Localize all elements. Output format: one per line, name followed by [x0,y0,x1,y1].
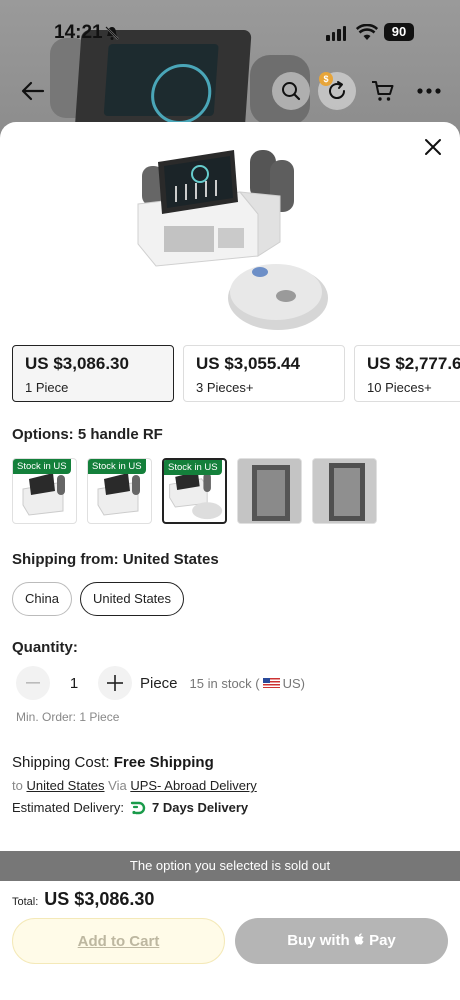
price-tier-2[interactable]: US $3,055.44 3 Pieces+ [183,345,345,402]
increase-quantity-button[interactable] [98,666,132,700]
options-value: 5 handle RF [77,426,163,443]
quantity-value[interactable]: 1 [50,675,98,692]
shipping-from-label: Shipping from: [12,551,119,568]
close-icon [425,139,441,155]
sold-out-notice: The option you selected is sold out [0,851,460,881]
shipping-carrier-link[interactable]: UPS- Abroad Delivery [130,778,256,793]
coin-badge: $ [319,72,333,86]
add-to-cart-button[interactable]: Add to Cart [12,918,225,964]
decrease-quantity-button[interactable] [16,666,50,700]
us-flag-icon [262,678,280,688]
quantity-heading: Quantity: [12,639,78,656]
ship-from-china-chip[interactable]: China [12,582,72,616]
price-tier-quantity: 1 Piece [25,380,69,395]
shipping-via-label: Via [108,778,127,793]
price-tier-price: US $2,777.67 [367,354,460,373]
minus-icon [26,682,40,684]
apple-pay-button[interactable]: Buy with Pay [235,918,448,964]
shipping-cost-label: Shipping Cost: [12,754,110,771]
price-tier-1[interactable]: US $3,086.30 1 Piece [12,345,174,402]
wifi-icon [355,23,379,46]
stock-info: 15 in stock ( US) [190,676,305,691]
cellular-signal-icon [326,26,346,41]
total-label: Total: [12,896,39,908]
quantity-label: Quantity: [12,639,78,656]
more-options-button[interactable] [410,72,448,110]
estimated-delivery-value: 7 Days Delivery [151,800,249,815]
stock-in-us-tag: Stock in US [88,459,146,474]
delivery-truck-icon [130,801,146,814]
variant-option-5[interactable] [312,458,377,524]
quantity-stepper: 1 [16,666,132,700]
more-dots-icon [417,88,441,94]
buy-with-label: Buy with [287,932,350,949]
variant-option-4[interactable] [237,458,302,524]
shipping-from-heading: Shipping from: United States [12,551,219,568]
price-tier-quantity: 10 Pieces+ [367,380,432,395]
price-tier-price: US $3,055.44 [196,354,300,373]
stock-in-us-tag: Stock in US [164,460,222,475]
options-heading: Options: 5 handle RF [12,426,163,443]
quantity-unit: Piece [140,674,178,692]
price-tier-quantity: 3 Pieces+ [196,380,254,395]
battery-indicator: 90 [384,23,414,41]
variant-option-3[interactable]: Stock in US [162,458,227,524]
plus-icon [107,675,123,691]
shipping-from-options: China United States [12,582,185,616]
arrow-left-icon [21,81,45,101]
option-variant-list: Stock in US Stock in US Stock in US [12,458,377,524]
shipping-route: to United States Via UPS- Abroad Deliver… [12,778,257,793]
shipping-cost: Shipping Cost: Free Shipping [12,754,214,771]
total-value: US $3,086.30 [44,889,155,909]
back-button[interactable] [14,72,52,110]
close-button[interactable] [420,134,446,160]
stock-in-us-tag: Stock in US [13,459,71,474]
stock-count: 15 in stock ( [189,675,260,691]
price-tier-list: US $3,086.30 1 Piece US $3,055.44 3 Piec… [12,345,460,402]
estimated-delivery-label: Estimated Delivery: [12,800,124,815]
ship-from-us-chip[interactable]: United States [79,582,185,616]
search-button[interactable] [272,72,310,110]
options-label: Options: [12,426,74,443]
quantity-row: 1 Piece 15 in stock ( US) [16,666,305,700]
product-image [137,150,328,330]
action-buttons: Add to Cart Buy with Pay [12,918,448,964]
status-bar: 14:21 90 [0,0,460,64]
cart-button[interactable] [364,72,402,110]
apple-logo-icon [354,933,364,945]
pay-label: Pay [369,932,396,949]
variant-option-2[interactable]: Stock in US [87,458,152,524]
price-tier-price: US $3,086.30 [25,354,129,373]
shipping-destination-link[interactable]: United States [26,778,104,793]
variant-option-1[interactable]: Stock in US [12,458,77,524]
stock-country: US) [282,675,306,691]
status-time: 14:21 [54,22,103,43]
cart-icon [372,81,394,101]
sku-selection-sheet: US $3,086.30 1 Piece US $3,055.44 3 Piec… [0,122,460,1000]
estimated-delivery: Estimated Delivery: 7 Days Delivery [12,800,248,815]
variant-thumbnail [313,459,376,523]
min-order-text: Min. Order: 1 Piece [16,710,120,724]
variant-thumbnail [238,459,301,523]
shipping-from-value: United States [122,551,219,568]
silent-bell-icon [105,26,119,44]
shipping-to-label: to [12,778,23,793]
total-row: Total: US $3,086.30 [12,889,154,910]
shipping-cost-value: Free Shipping [113,754,214,771]
search-icon [282,82,301,101]
price-tier-3[interactable]: US $2,777.67 10 Pieces+ [354,345,460,402]
